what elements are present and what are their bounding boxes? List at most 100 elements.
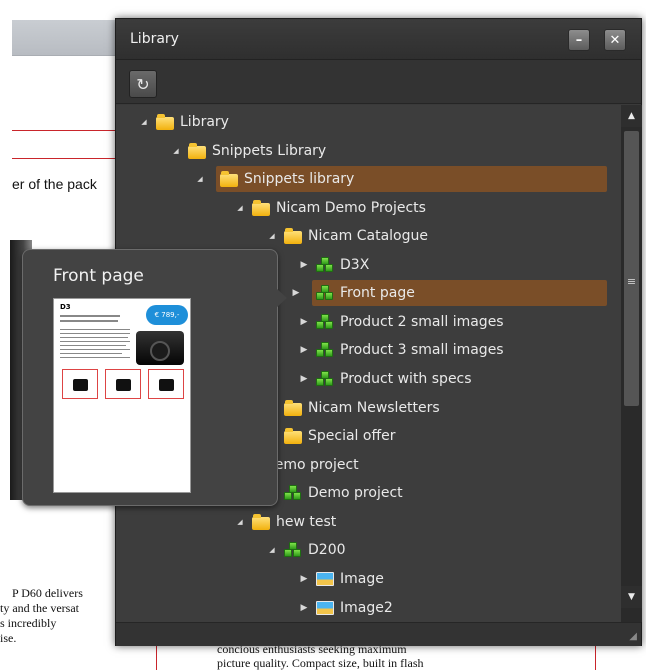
tree-item-label: Snippets library	[244, 171, 355, 187]
tree-item-label: Nicam Catalogue	[308, 228, 428, 244]
tree-item-demo-project[interactable]: Demo project	[264, 452, 359, 478]
tree-item-d3x[interactable]: ▶ D3X	[301, 252, 370, 278]
tree-item-product-with-specs[interactable]: ▶ Product with specs	[301, 366, 472, 392]
tree-item-label: D200	[308, 542, 346, 558]
tree-item-demo-project[interactable]: Demo project	[284, 480, 403, 506]
tree-item-label: Image	[340, 571, 384, 587]
thumbnail-product-cell	[105, 369, 141, 399]
thumbnail-text-line	[60, 345, 126, 346]
folder-icon	[284, 399, 302, 416]
tree-item-snippets-library[interactable]: ◢ Snippets library	[197, 166, 607, 192]
tree-item-library[interactable]: ◢ Library	[141, 109, 229, 135]
expand-arrow-icon[interactable]: ▶	[298, 260, 310, 270]
thumbnail-text-line	[60, 315, 120, 317]
thumbnail-text-line	[60, 353, 122, 354]
thumbnail-text-line	[60, 349, 130, 350]
thumbnail-camera-lens	[150, 341, 170, 361]
tree-item-label: Image2	[340, 600, 393, 616]
folder-icon	[252, 513, 270, 530]
tree-item-image2[interactable]: ▶ Image2	[301, 595, 393, 621]
thumbnail-text-line	[60, 329, 130, 330]
scroll-down-button[interactable]: ▼	[621, 586, 642, 608]
document-rule	[12, 130, 122, 131]
scroll-up-button[interactable]: ▲	[621, 105, 642, 127]
document-header-band	[12, 20, 122, 56]
document-text-line: s incredibly	[0, 616, 57, 630]
document-text-line: ty and the versat	[0, 601, 79, 615]
panel-toolbar: ↻	[116, 60, 641, 104]
close-button[interactable]: ✕	[604, 29, 626, 51]
thumbnail-text-line	[60, 341, 130, 342]
refresh-icon: ↻	[136, 74, 150, 94]
folder-icon	[156, 113, 174, 130]
snippet-thumbnail: D3 € 789,-	[53, 298, 191, 493]
tree-item-image[interactable]: ▶ Image	[301, 566, 384, 592]
scroll-thumb[interactable]: ≡	[624, 131, 639, 406]
panel-status-bar: ◢	[116, 622, 641, 646]
thumbnail-text-line	[60, 320, 118, 322]
tree-item-hew-test[interactable]: ◢ hew test	[237, 509, 336, 535]
tree-item-front-page[interactable]: ▶ Front page	[293, 280, 607, 306]
tree-item-label: Product 3 small images	[340, 342, 504, 358]
expand-arrow-icon[interactable]: ▶	[298, 374, 310, 384]
collapse-arrow-icon[interactable]: ◢	[194, 175, 206, 183]
tree-item-nicam-demo-projects[interactable]: ◢ Nicam Demo Projects	[237, 195, 426, 221]
tree-item-label: Demo project	[264, 457, 359, 473]
panel-title: Library	[130, 31, 179, 47]
thumbnail-product-cell	[62, 369, 98, 399]
snippet-icon	[316, 257, 334, 273]
tree-item-label: Nicam Newsletters	[308, 400, 440, 416]
tree-item-label: D3X	[340, 257, 370, 273]
tree-item-nicam-catalogue[interactable]: ◢ Nicam Catalogue	[269, 223, 428, 249]
expand-arrow-icon[interactable]: ▶	[298, 574, 310, 584]
document-text-line: P D60 delivers	[12, 586, 83, 600]
collapse-arrow-icon[interactable]: ◢	[170, 147, 182, 155]
thumbnail-heading: D3	[60, 303, 71, 311]
image-icon	[316, 601, 334, 615]
tree-item-special-offer[interactable]: Special offer	[284, 423, 395, 449]
collapse-arrow-icon[interactable]: ◢	[266, 546, 278, 554]
vertical-scrollbar[interactable]: ▲ ≡ ▼	[621, 105, 642, 622]
folder-icon	[252, 199, 270, 216]
tree-item-d200[interactable]: ◢ D200	[269, 537, 346, 563]
collapse-arrow-icon[interactable]: ◢	[234, 518, 246, 526]
snippet-icon	[316, 314, 334, 330]
panel-title-bar[interactable]: Library – ✕	[116, 19, 641, 60]
snippet-icon	[316, 285, 334, 301]
expand-arrow-icon[interactable]: ▶	[298, 345, 310, 355]
snippet-icon	[316, 371, 334, 387]
resize-grip-icon[interactable]: ◢	[629, 631, 637, 642]
snippet-preview-tooltip: Front page D3 € 789,-	[22, 249, 278, 506]
document-text-top: er of the pack	[12, 176, 97, 192]
collapse-arrow-icon[interactable]: ◢	[138, 118, 150, 126]
document-text-line: ise.	[0, 631, 17, 645]
scroll-grip-icon: ≡	[626, 275, 637, 288]
tree-item-product-3-small-images[interactable]: ▶ Product 3 small images	[301, 337, 504, 363]
refresh-button[interactable]: ↻	[129, 70, 157, 98]
snippet-icon	[284, 542, 302, 558]
collapse-arrow-icon[interactable]: ◢	[266, 232, 278, 240]
expand-arrow-icon[interactable]: ▶	[298, 603, 310, 613]
tree-item-nicam-newsletters[interactable]: Nicam Newsletters	[284, 395, 440, 421]
thumbnail-text-line	[60, 333, 130, 334]
tree-item-label: Snippets Library	[212, 143, 327, 159]
thumbnail-product-cell	[148, 369, 184, 399]
folder-icon	[188, 142, 206, 159]
tree-item-label: Nicam Demo Projects	[276, 200, 426, 216]
collapse-arrow-icon[interactable]: ◢	[234, 204, 246, 212]
tree-item-snippets-library[interactable]: ◢ Snippets Library	[173, 138, 327, 164]
tree-item-label: Demo project	[308, 485, 403, 501]
snippet-icon	[316, 342, 334, 358]
folder-icon	[220, 170, 238, 187]
document-rule	[12, 158, 122, 159]
tree-item-label: Front page	[340, 285, 415, 301]
folder-icon	[284, 227, 302, 244]
tree-item-product-2-small-images[interactable]: ▶ Product 2 small images	[301, 309, 504, 335]
thumbnail-text-line	[60, 337, 128, 338]
tooltip-title: Front page	[53, 266, 144, 286]
document-text-line: picture quality. Compact size, built in …	[217, 656, 424, 670]
expand-arrow-icon[interactable]: ▶	[290, 288, 302, 298]
expand-arrow-icon[interactable]: ▶	[298, 317, 310, 327]
tree-item-label: Library	[180, 114, 229, 130]
minimize-button[interactable]: –	[568, 29, 590, 51]
